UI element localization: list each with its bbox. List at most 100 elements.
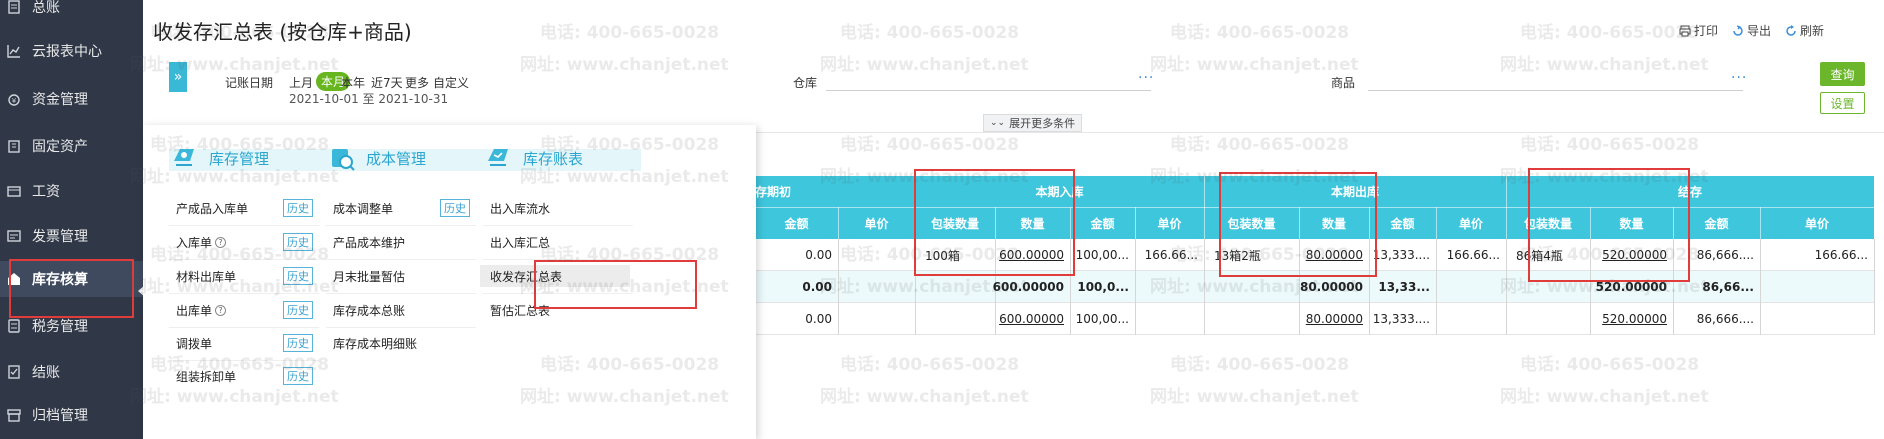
cell-outbound-0 [1204, 303, 1299, 335]
period-chip-2[interactable]: 本年 [341, 74, 365, 91]
entry-separator [326, 327, 476, 328]
subheader-outbound-2: 金额 [1390, 216, 1415, 231]
entry-separator [169, 293, 319, 294]
cell-border [1874, 303, 1875, 335]
subheader-divider [1874, 207, 1875, 239]
subheader-opening-0: 金额 [784, 216, 809, 231]
flyout-column-title: 成本管理 [366, 149, 427, 168]
period-chip-3[interactable]: 近7天 [371, 74, 403, 91]
cell-closing-1[interactable]: 520.00000 [1590, 303, 1673, 335]
chevron-down-icon: ⌄⌄ [990, 118, 1006, 128]
entry-separator [326, 225, 476, 226]
refresh-icon [1786, 24, 1796, 36]
flyout-entry[interactable]: 入库单? [176, 231, 286, 253]
cell-outbound-3: 166.66... [1446, 248, 1500, 262]
flyout-entry[interactable]: 库存成本总账 [333, 299, 443, 321]
highlight-box-outbound [1219, 172, 1377, 277]
flyout-entry[interactable]: 出入库汇总 [490, 231, 600, 253]
cell-inbound-1[interactable]: 600.00000 [995, 303, 1070, 335]
flyout-entry[interactable]: 产成品入库单 [176, 197, 286, 219]
product-picker-icon[interactable]: ··· [1731, 70, 1747, 86]
cell-outbound-2: 13,33... [1378, 280, 1430, 294]
entry-separator [326, 293, 476, 294]
entry-separator [483, 225, 633, 226]
sidebar-item-label: 固定资产 [32, 139, 88, 155]
flyout-entry[interactable]: 月末批量暂估 [333, 265, 443, 287]
flyout-entry-label: 材料出库单 [176, 269, 237, 284]
group-divider [1204, 176, 1205, 207]
history-button[interactable]: 历史 [440, 199, 470, 217]
cell-outbound-2: 13,333.... [1372, 248, 1430, 262]
flyout-entry-label: 成本调整单 [333, 201, 394, 216]
product-field[interactable] [1368, 90, 1743, 91]
subheader-inbound-2: 金额 [1090, 216, 1115, 231]
cell-closing-3 [1760, 271, 1874, 303]
refresh-button[interactable]: 刷新 [1785, 22, 1824, 39]
ledger-icon [4, 0, 24, 17]
cell-inbound-2: 100,00... [1075, 312, 1129, 326]
help-icon[interactable]: ? [215, 304, 227, 316]
period-chip-4[interactable]: 更多 [405, 74, 429, 91]
chart-icon [4, 41, 24, 61]
sidebar-item-0[interactable]: 总账 [0, 0, 143, 25]
history-button[interactable]: 历史 [283, 301, 313, 319]
flyout-entry-label: 调拨单 [176, 336, 213, 351]
flyout-entry[interactable]: 成本调整单 [333, 197, 443, 219]
highlight-box-closing [1528, 168, 1690, 282]
export-button[interactable]: 导出 [1732, 22, 1771, 39]
flyout-entry[interactable]: 库存成本明细账 [333, 332, 443, 354]
cell-closing-3: 166.66... [1814, 248, 1868, 262]
cell-closing-0 [1506, 303, 1590, 335]
sidebar-item-3[interactable]: 固定资产 [0, 128, 143, 164]
print-icon [1679, 25, 1691, 36]
sidebar-item-4[interactable]: 工资 [0, 173, 143, 209]
flyout-entry[interactable]: 出库单? [176, 299, 286, 321]
settings-button[interactable]: 设置 [1820, 92, 1865, 114]
expand-sidebar-button[interactable]: » [169, 62, 187, 92]
cell-opening-1 [838, 303, 915, 335]
sidebar: 总账 云报表中心 ¥ 资金管理 固定资产 工资 发票管理 库存核算 税务管理 结账 归档管理 [0, 0, 143, 439]
cell-inbound-3 [1135, 303, 1204, 335]
sidebar-item-2[interactable]: ¥ 资金管理 [0, 81, 143, 117]
cost-icon [326, 143, 358, 173]
sidebar-item-9[interactable]: 归档管理 [0, 397, 143, 433]
flyout-column-title: 库存管理 [209, 149, 270, 168]
warehouse-label: 仓库 [793, 76, 818, 90]
sidebar-item-5[interactable]: 发票管理 [0, 218, 143, 254]
cell-outbound-1[interactable]: 80.00000 [1299, 303, 1369, 335]
sidebar-item-label: 云报表中心 [32, 44, 102, 60]
history-button[interactable]: 历史 [283, 233, 313, 251]
flyout-column-title: 库存账表 [523, 149, 584, 168]
report-icon [483, 143, 515, 173]
period-chip-5[interactable]: 自定义 [433, 74, 469, 91]
query-button[interactable]: 查询 [1820, 62, 1865, 86]
salary-icon [4, 181, 24, 201]
flyout-entry[interactable]: 调拨单 [176, 332, 286, 354]
cell-inbound-2: 100,00... [1075, 248, 1129, 262]
page-title: 收发存汇总表 (按仓库+商品) [153, 20, 412, 44]
print-button[interactable]: 打印 [1679, 22, 1718, 39]
archive-icon [4, 405, 24, 425]
history-button[interactable]: 历史 [283, 334, 313, 352]
history-button[interactable]: 历史 [283, 267, 313, 285]
sidebar-item-label: 归档管理 [32, 408, 88, 424]
warehouse-field[interactable] [826, 90, 1151, 91]
history-button[interactable]: 历史 [283, 367, 313, 385]
warehouse-picker-icon[interactable]: ··· [1138, 70, 1154, 86]
group-divider [1874, 176, 1875, 207]
highlight-box-inventory-nav [9, 259, 134, 318]
flyout-entry[interactable]: 产品成本维护 [333, 231, 443, 253]
flyout-entry[interactable]: 出入库流水 [490, 197, 600, 219]
flyout-entry-label: 库存成本总账 [333, 303, 406, 318]
flyout-entry[interactable]: 组装拆卸单 [176, 365, 286, 387]
flyout-entry-label: 出库单 [176, 303, 213, 318]
help-icon[interactable]: ? [215, 236, 227, 248]
cell-inbound-2: 100,0... [1077, 280, 1129, 294]
sidebar-item-8[interactable]: 结账 [0, 354, 143, 390]
period-chip-0[interactable]: 上月 [289, 74, 313, 91]
sidebar-item-1[interactable]: 云报表中心 [0, 33, 143, 69]
export-icon [1733, 24, 1743, 36]
flyout-entry[interactable]: 材料出库单 [176, 265, 286, 287]
history-button[interactable]: 历史 [283, 199, 313, 217]
expand-more-conditions-button[interactable]: ⌄⌄ 展开更多条件 [983, 114, 1083, 132]
